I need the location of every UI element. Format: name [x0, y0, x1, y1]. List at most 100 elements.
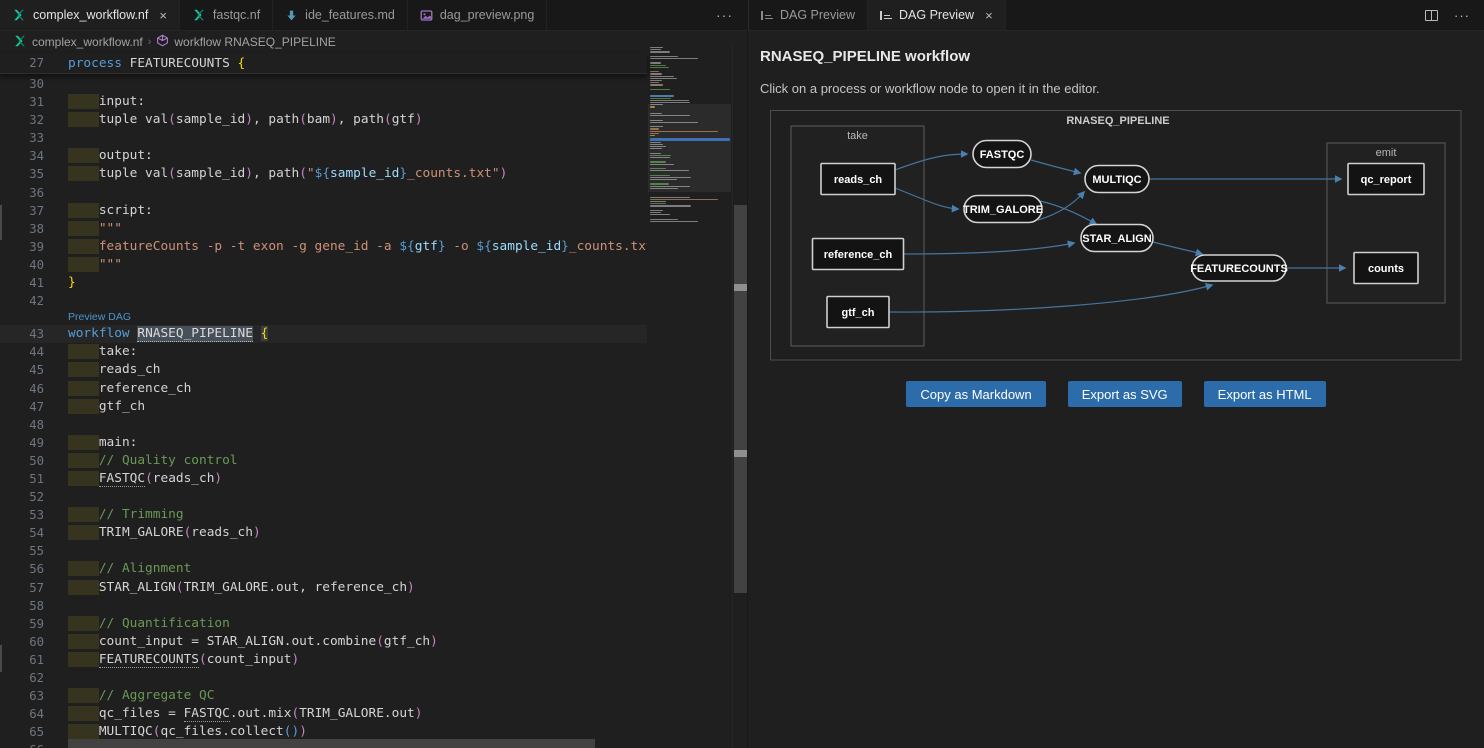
- line-content: // Alignment: [68, 560, 191, 578]
- tab-close-icon[interactable]: ×: [985, 9, 993, 22]
- code-line-55[interactable]: 55: [0, 542, 647, 560]
- code-lines[interactable]: 3031 input:32 tuple val(sample_id), path…: [0, 75, 647, 748]
- minimap-line: [650, 51, 670, 52]
- code-line-63[interactable]: 63 // Aggregate QC: [0, 687, 647, 705]
- line-number: 53: [0, 506, 44, 524]
- minimap[interactable]: [648, 45, 731, 748]
- code-line-30[interactable]: 30: [0, 75, 647, 93]
- panel-subtitle: Click on a process or workflow node to o…: [760, 81, 1100, 96]
- tab-overflow-icon[interactable]: ···: [702, 0, 747, 30]
- line-number: 50: [0, 452, 44, 470]
- code-line-64[interactable]: 64 qc_files = FASTQC.out.mix(TRIM_GALORE…: [0, 705, 647, 723]
- code-line-49[interactable]: 49 main:: [0, 434, 647, 452]
- dag-edge-TRIM_GALORE-to-MULTIQC: [1038, 192, 1084, 220]
- code-line-35[interactable]: 35 tuple val(sample_id), path("${sample_…: [0, 165, 647, 183]
- code-line-32[interactable]: 32 tuple val(sample_id), path(bam), path…: [0, 111, 647, 129]
- code-line-61[interactable]: 61 FEATURECOUNTS(count_input): [0, 651, 647, 669]
- line-number: 42: [0, 292, 44, 310]
- export-as-html-button[interactable]: Export as HTML: [1204, 381, 1326, 407]
- dag-node-reads_ch[interactable]: reads_ch: [821, 164, 895, 195]
- line-number: 40: [0, 256, 44, 274]
- minimap-viewport[interactable]: [648, 104, 731, 192]
- line-number: 52: [0, 488, 44, 506]
- horizontal-scrollbar-thumb[interactable]: [68, 739, 595, 748]
- panel-tabbar: DAG PreviewDAG Preview× ···: [748, 0, 1484, 31]
- dag-node-gtf_ch[interactable]: gtf_ch: [827, 297, 889, 328]
- dag-preview-panel: RNASEQ_PIPELINE workflow Click on a proc…: [748, 31, 1484, 748]
- code-line-43[interactable]: 43workflow RNASEQ_PIPELINE {: [0, 325, 647, 343]
- code-line-53[interactable]: 53 // Trimming: [0, 506, 647, 524]
- code-line-51[interactable]: 51 FASTQC(reads_ch): [0, 470, 647, 488]
- line-content: take:: [68, 343, 137, 361]
- line-content: count_input = STAR_ALIGN.out.combine(gtf…: [68, 633, 438, 651]
- dag-node-reference_ch[interactable]: reference_ch: [813, 239, 904, 270]
- code-line-42[interactable]: 42: [0, 292, 647, 310]
- code-line-60[interactable]: 60 count_input = STAR_ALIGN.out.combine(…: [0, 633, 647, 651]
- tab-close-icon[interactable]: ×: [159, 9, 167, 22]
- code-line-34[interactable]: 34 output:: [0, 147, 647, 165]
- code-line-52[interactable]: 52: [0, 488, 647, 506]
- code-line-47[interactable]: 47 gtf_ch: [0, 398, 647, 416]
- code-line-45[interactable]: 45 reads_ch: [0, 361, 647, 379]
- panel-tab-dag-preview-1[interactable]: DAG Preview×: [868, 0, 1006, 30]
- breadcrumb-symbol[interactable]: workflow RNASEQ_PIPELINE: [174, 35, 335, 49]
- tab-fastqc-nf-1[interactable]: fastqc.nf: [180, 0, 273, 30]
- vertical-scrollbar[interactable]: [732, 45, 747, 748]
- code-editor[interactable]: 27 process FEATURECOUNTS { 3031 input:32…: [0, 53, 747, 748]
- copy-as-markdown-button[interactable]: Copy as Markdown: [906, 381, 1045, 407]
- code-line-38[interactable]: 38 """: [0, 220, 647, 238]
- line-number: 49: [0, 434, 44, 452]
- panel-tab-dag-preview[interactable]: DAG Preview: [749, 0, 868, 30]
- dag-node-FEATURECOUNTS[interactable]: FEATURECOUNTS: [1190, 255, 1288, 281]
- code-line-56[interactable]: 56 // Alignment: [0, 560, 647, 578]
- dag-diagram[interactable]: RNASEQ_PIPELINEtakeemitFASTQCTRIM_GALORE…: [770, 110, 1462, 361]
- code-line-33[interactable]: 33: [0, 129, 647, 147]
- minimap-line: [650, 67, 669, 68]
- sticky-scroll-line[interactable]: 27 process FEATURECOUNTS {: [0, 53, 647, 74]
- line-content: workflow RNASEQ_PIPELINE {: [68, 325, 268, 343]
- tab-dag-preview-png-3[interactable]: dag_preview.png: [408, 0, 548, 30]
- line-content: }: [68, 274, 76, 292]
- code-line-31[interactable]: 31 input:: [0, 93, 647, 111]
- code-line-59[interactable]: 59 // Quantification: [0, 615, 647, 633]
- tab-complex-workflow-nf[interactable]: complex_workflow.nf×: [0, 0, 180, 30]
- nextflow-icon: [192, 8, 206, 22]
- more-actions-icon[interactable]: ···: [1454, 8, 1470, 23]
- tab-ide-features-md-2[interactable]: ide_features.md: [273, 0, 408, 30]
- line-number: 37: [0, 202, 44, 220]
- code-line-46[interactable]: 46 reference_ch: [0, 380, 647, 398]
- code-line-36[interactable]: 36: [0, 184, 647, 202]
- code-line-54[interactable]: 54 TRIM_GALORE(reads_ch): [0, 524, 647, 542]
- dag-node-FASTQC[interactable]: FASTQC: [973, 141, 1031, 168]
- dag-node-MULTIQC[interactable]: MULTIQC: [1085, 166, 1149, 193]
- code-line-58[interactable]: 58: [0, 597, 647, 615]
- dag-node-qc_report[interactable]: qc_report: [1348, 164, 1424, 195]
- minimap-line: [650, 73, 662, 74]
- code-line-37[interactable]: 37 script:: [0, 202, 647, 220]
- codelens-preview-dag[interactable]: Preview DAG: [68, 310, 647, 325]
- line-number: 32: [0, 111, 44, 129]
- dag-edge-reference_ch-to-STAR_ALIGN: [904, 243, 1074, 254]
- line-number: 47: [0, 398, 44, 416]
- code-line-40[interactable]: 40 """: [0, 256, 647, 274]
- dag-node-counts[interactable]: counts: [1354, 253, 1418, 284]
- dag-edge-TRIM_GALORE-to-STAR_ALIGN: [1040, 201, 1096, 224]
- symbol-module-icon: [156, 34, 169, 50]
- line-number: 64: [0, 705, 44, 723]
- code-line-39[interactable]: 39 featureCounts -p -t exon -g gene_id -…: [0, 238, 647, 256]
- split-editor-icon[interactable]: [1425, 10, 1438, 21]
- line-number: 48: [0, 416, 44, 434]
- code-line-57[interactable]: 57 STAR_ALIGN(TRIM_GALORE.out, reference…: [0, 579, 647, 597]
- export-as-svg-button[interactable]: Export as SVG: [1068, 381, 1182, 407]
- code-line-44[interactable]: 44 take:: [0, 343, 647, 361]
- nextflow-file-icon: [13, 34, 27, 51]
- code-line-41[interactable]: 41}: [0, 274, 647, 292]
- code-line-48[interactable]: 48: [0, 416, 647, 434]
- dag-node-TRIM_GALORE[interactable]: TRIM_GALORE: [963, 196, 1043, 223]
- breadcrumb-file[interactable]: complex_workflow.nf: [32, 35, 143, 49]
- code-line-50[interactable]: 50 // Quality control: [0, 452, 647, 470]
- line-content: input:: [68, 93, 145, 111]
- vertical-scrollbar-thumb[interactable]: [734, 205, 747, 593]
- dag-node-STAR_ALIGN[interactable]: STAR_ALIGN: [1081, 225, 1153, 252]
- code-line-62[interactable]: 62: [0, 669, 647, 687]
